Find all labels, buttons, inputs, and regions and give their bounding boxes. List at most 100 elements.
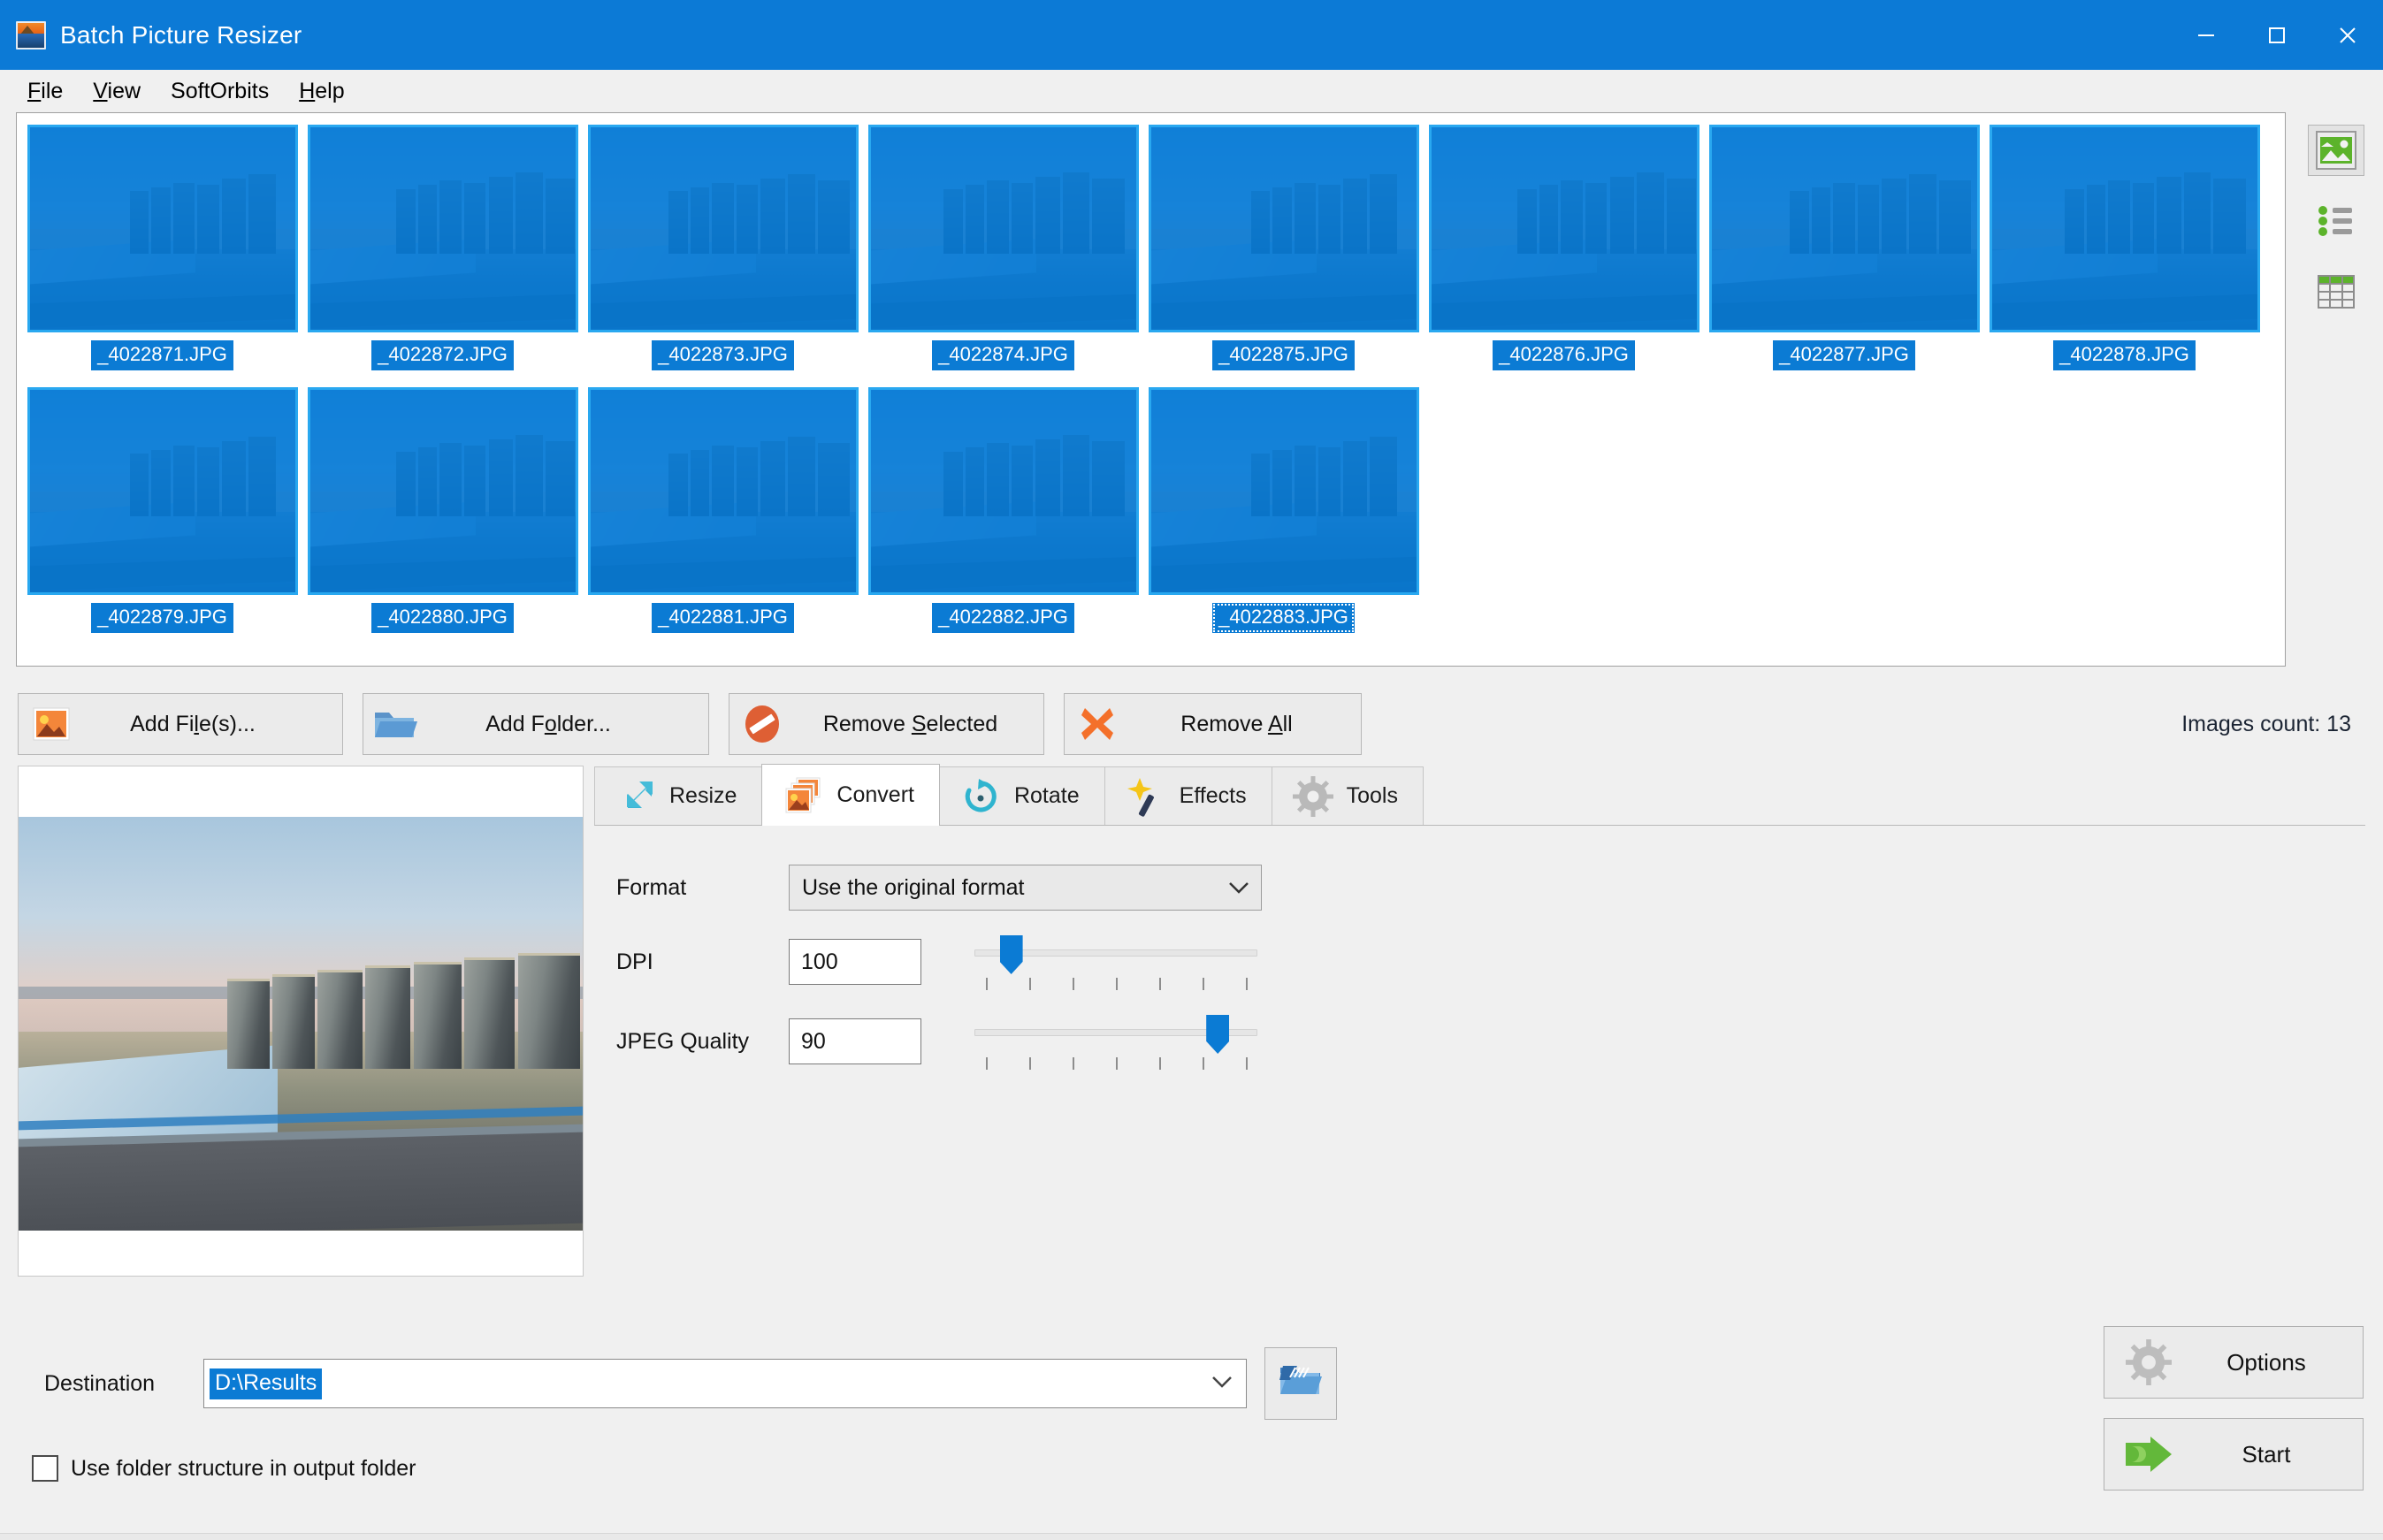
format-row: Format Use the original format: [594, 865, 2365, 911]
gear-icon: [1292, 775, 1334, 818]
thumbnail-item[interactable]: _4022877.JPG: [1704, 123, 1984, 385]
jpeg-quality-input[interactable]: 90: [789, 1018, 921, 1064]
thumbnail-item[interactable]: _4022882.JPG: [863, 385, 1143, 648]
selection-border: [1149, 387, 1419, 595]
convert-tab-panel: Format Use the original format DPI 100 J…: [594, 826, 2365, 1319]
dpi-slider-ticks: [974, 978, 1257, 990]
destination-value: D:\Results: [210, 1368, 323, 1399]
picture-icon: [2316, 131, 2356, 170]
jpeg-quality-label: JPEG Quality: [616, 1028, 750, 1054]
selection-border: [868, 387, 1139, 595]
thumbnail-item[interactable]: _4022872.JPG: [302, 123, 583, 385]
thumbnail-image: [307, 387, 578, 595]
tab-resize[interactable]: Resize: [594, 766, 763, 825]
jpeg-quality-row: JPEG Quality 90: [594, 1013, 2365, 1070]
tab-effects[interactable]: Effects: [1104, 766, 1272, 825]
thumbnail-item[interactable]: _4022873.JPG: [583, 123, 863, 385]
thumbnail-item[interactable]: _4022871.JPG: [22, 123, 302, 385]
thumbnail-image: [1989, 125, 2260, 332]
menu-item-softorbits[interactable]: SoftOrbits: [156, 70, 284, 112]
app-window: Batch Picture Resizer FFileile View Soft…: [0, 0, 2383, 1540]
thumbnail-filename: _4022881.JPG: [652, 603, 794, 633]
thumbnail-item[interactable]: _4022874.JPG: [863, 123, 1143, 385]
format-select[interactable]: Use the original format: [789, 865, 1262, 911]
thumbnail-item[interactable]: _4022881.JPG: [583, 385, 863, 648]
close-icon[interactable]: [2312, 0, 2383, 70]
destination-label: Destination: [44, 1370, 156, 1396]
x-cross-icon: [1065, 704, 1130, 744]
thumbnail-list[interactable]: _4022871.JPG _4022872.JPG _4022873.JPG _402…: [16, 112, 2286, 667]
jpeg-quality-slider-thumb[interactable]: [1206, 1015, 1230, 1054]
minimize-icon[interactable]: [2171, 0, 2242, 70]
thumbnail-filename: _4022875.JPG: [1212, 340, 1355, 370]
menu-bar: FFileile View SoftOrbits Help: [0, 70, 2383, 112]
browse-folder-button[interactable]: [1264, 1347, 1337, 1420]
thumbnail-item[interactable]: _4022883.JPG: [1143, 385, 1424, 648]
menu-item-file[interactable]: FFileile: [12, 70, 78, 112]
add-folder-button[interactable]: Add Folder...: [363, 693, 709, 755]
resize-arrows-icon: [615, 775, 657, 818]
list-view-button[interactable]: [2308, 195, 2364, 247]
table-grid-icon: [2318, 275, 2355, 309]
add-files-button[interactable]: Add File(s)...: [18, 693, 343, 755]
dpi-slider[interactable]: [974, 934, 1257, 990]
maximize-icon[interactable]: [2242, 0, 2312, 70]
tab-tools-label: Tools: [1346, 783, 1398, 808]
destination-input[interactable]: D:\Results: [203, 1359, 1247, 1408]
remove-all-button[interactable]: Remove All: [1064, 693, 1362, 755]
remove-all-label: Remove All: [1180, 711, 1293, 736]
tab-strip: Resize Convert Rotate Effects Tools: [594, 764, 2365, 826]
rotate-circle-icon: [959, 775, 1002, 818]
chevron-down-icon[interactable]: [1211, 1375, 1234, 1393]
selection-border: [1990, 125, 2260, 332]
selection-border: [1709, 125, 1980, 332]
thumbnail-filename: _4022872.JPG: [371, 340, 514, 370]
status-strip: [0, 1533, 2383, 1540]
thumbnail-image: [1148, 125, 1419, 332]
thumbnail-image: [867, 387, 1139, 595]
details-view-button[interactable]: [2308, 266, 2364, 317]
tab-convert[interactable]: Convert: [761, 764, 940, 826]
dpi-slider-thumb[interactable]: [999, 935, 1023, 974]
jpeg-quality-slider[interactable]: [974, 1013, 1257, 1070]
start-button[interactable]: Start: [2104, 1418, 2364, 1490]
thumbnail-image: [587, 387, 859, 595]
remove-selected-button[interactable]: Remove Selected: [729, 693, 1044, 755]
tab-rotate-label: Rotate: [1013, 783, 1080, 808]
use-folder-structure-checkbox-row[interactable]: Use folder structure in output folder: [18, 1455, 2364, 1482]
thumbnail-filename: _4022871.JPG: [91, 340, 233, 370]
tab-rotate[interactable]: Rotate: [938, 766, 1105, 825]
thumbnail-item[interactable]: _4022879.JPG: [22, 385, 302, 648]
tab-tools[interactable]: Tools: [1271, 766, 1424, 825]
folder-browse-icon: [1278, 1362, 1324, 1406]
use-folder-structure-checkbox[interactable]: [32, 1455, 58, 1482]
thumbnail-item[interactable]: _4022875.JPG: [1143, 123, 1424, 385]
format-label: Format: [616, 874, 687, 900]
dpi-row: DPI 100: [594, 934, 2365, 990]
tab-resize-label: Resize: [669, 783, 737, 808]
settings-tabs-area: Resize Convert Rotate Effects Tools Form…: [594, 764, 2383, 1319]
options-label: Options: [2226, 1348, 2306, 1376]
selection-border: [1149, 125, 1419, 332]
selection-border: [868, 125, 1139, 332]
selection-border: [27, 387, 298, 595]
window-controls: [2171, 0, 2383, 70]
thumbnail-view-button[interactable]: [2308, 125, 2364, 176]
menu-item-view[interactable]: View: [78, 70, 156, 112]
thumbnail-filename: _4022876.JPG: [1493, 340, 1635, 370]
thumbnail-item[interactable]: _4022880.JPG: [302, 385, 583, 648]
thumbnail-item[interactable]: _4022876.JPG: [1424, 123, 1704, 385]
thumbnail-image: [27, 125, 298, 332]
dpi-input[interactable]: 100: [789, 939, 921, 985]
menu-item-help[interactable]: Help: [284, 70, 359, 112]
thumbnail-image: [1708, 125, 1980, 332]
file-list-region: _4022871.JPG _4022872.JPG _4022873.JPG _402…: [0, 112, 2383, 667]
add-files-label: Add File(s)...: [130, 711, 256, 736]
thumbnail-image: [1148, 387, 1419, 595]
options-button[interactable]: Options: [2104, 1326, 2364, 1399]
thumbnail-item[interactable]: _4022878.JPG: [1984, 123, 2265, 385]
thumbnail-filename: _4022882.JPG: [932, 603, 1074, 633]
picture-add-icon: [19, 706, 84, 742]
thumbnail-image: [867, 125, 1139, 332]
view-mode-toolbar: [2300, 112, 2372, 667]
